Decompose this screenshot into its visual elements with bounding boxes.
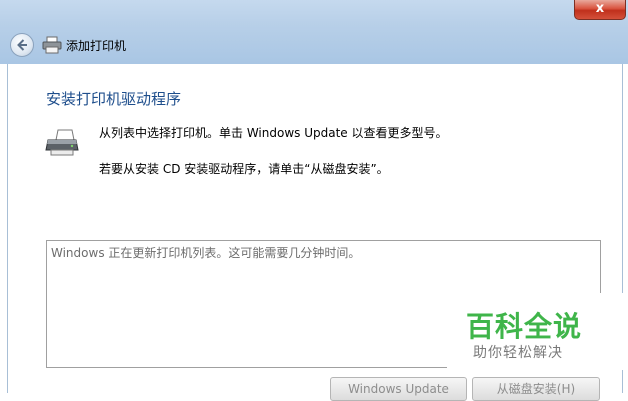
window-titlebar <box>0 0 628 64</box>
instruction-text: 从列表中选择打印机。单击 Windows Update 以查看更多型号。 <box>99 126 448 140</box>
printer-icon <box>42 36 62 54</box>
printer-icon <box>45 129 79 156</box>
window-title: 添加打印机 <box>66 39 127 53</box>
windows-update-button[interactable]: Windows Update <box>330 377 467 401</box>
list-status-text: Windows 正在更新打印机列表。这可能需要几分钟时间。 <box>51 246 361 260</box>
watermark-title: 百科全说 <box>466 310 583 343</box>
page-heading: 安装打印机驱动程序 <box>46 90 182 108</box>
have-disk-button[interactable]: 从磁盘安装(H) <box>472 377 600 401</box>
instruction-text: 若要从安装 CD 安装驱动程序，请单击“从磁盘安装”。 <box>99 162 389 176</box>
close-button[interactable]: x <box>574 0 626 20</box>
back-arrow-icon <box>17 39 27 51</box>
back-button[interactable] <box>10 33 34 57</box>
watermark-subtitle: 助你轻松解决 <box>473 345 563 361</box>
